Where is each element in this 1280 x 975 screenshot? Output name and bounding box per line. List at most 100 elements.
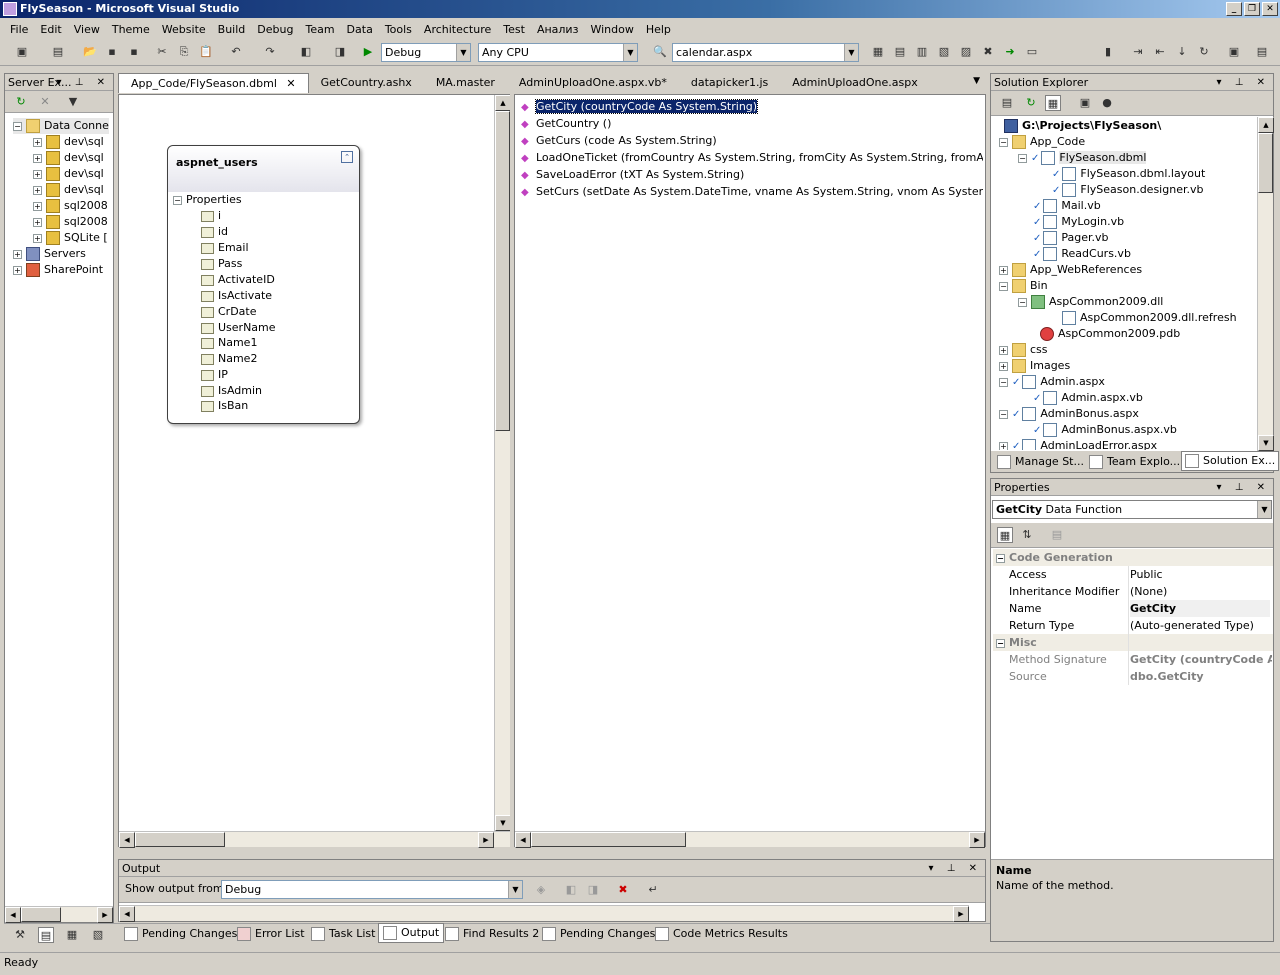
entity-property[interactable]: Email [201, 240, 249, 256]
start-debugging-icon[interactable]: ▶ [360, 44, 376, 60]
copy-icon[interactable]: ⎘ [176, 44, 192, 60]
scroll-down-button[interactable]: ▼ [1258, 435, 1274, 451]
tab-pending-changes-2[interactable]: Pending Changes [542, 923, 655, 945]
entity-property[interactable]: IsBan [201, 398, 248, 414]
window-split-icon[interactable]: ▤ [1254, 44, 1270, 60]
undo-icon[interactable]: ↶ [228, 44, 244, 60]
solution-explorer-icon[interactable]: ▦ [870, 44, 886, 60]
cut-icon[interactable]: ✂ [154, 44, 170, 60]
menu-tools[interactable]: Tools [379, 23, 418, 36]
menu-debug[interactable]: Debug [251, 23, 299, 36]
solution-node-dll[interactable]: − AspCommon2009.dll [1018, 294, 1163, 310]
horizontal-scrollbar[interactable]: ◀ ▶ [5, 906, 113, 923]
collapse-icon[interactable]: − [996, 638, 1005, 648]
solution-node-adminbonus-aspx[interactable]: − ✓ AdminBonus.aspx [999, 406, 1139, 422]
categorized-icon[interactable]: ▦ [997, 527, 1013, 543]
scroll-left-button[interactable]: ◀ [119, 906, 135, 922]
solution-node-bin[interactable]: − Bin [999, 278, 1048, 294]
scroll-down-button[interactable]: ▼ [495, 815, 511, 831]
tab-find-results-2[interactable]: Find Results 2 [445, 923, 539, 945]
start-page-icon[interactable]: ➜ [1002, 44, 1018, 60]
properties-object-select[interactable]: GetCity Data Function ▼ [992, 500, 1272, 519]
menu-team[interactable]: Team [299, 23, 340, 36]
solution-vertical-scrollbar[interactable]: ▲ ▼ [1257, 117, 1274, 451]
tab-ma-master[interactable]: MA.master [424, 73, 507, 93]
tab-task-list[interactable]: Task List [311, 923, 375, 945]
property-row-method-signature[interactable]: Method Signature GetCity (countryCode As [993, 651, 1273, 668]
entity-property[interactable]: CrDate [201, 304, 257, 320]
save-icon[interactable]: ▪ [104, 44, 120, 60]
show-all-files-icon[interactable]: ▦ [1045, 95, 1061, 111]
open-file-icon[interactable]: 📂 [82, 44, 98, 60]
solution-node-admin-aspx[interactable]: − ✓ Admin.aspx [999, 374, 1105, 390]
method-setcurs[interactable]: ◆ SetCurs (setDate As System.DateTime, vn… [521, 183, 983, 200]
method-getcurs[interactable]: ◆ GetCurs (code As System.String) [521, 132, 717, 149]
solution-node-flyseason-dbml[interactable]: − ✓ FlySeason.dbml [1018, 150, 1147, 166]
property-category-code-generation[interactable]: − Code Generation [993, 549, 1273, 566]
expand-icon[interactable]: + [33, 153, 42, 163]
entity-property[interactable]: Name2 [201, 351, 257, 367]
expand-icon[interactable]: + [999, 345, 1008, 355]
panel-controls[interactable]: ▾ ⊥ ✕ [1217, 74, 1270, 91]
menu-architecture[interactable]: Architecture [418, 23, 497, 36]
refresh-icon[interactable]: ↻ [1196, 44, 1212, 60]
class-view-icon[interactable]: ▦ [64, 927, 80, 943]
method-saveloaderror[interactable]: ◆ SaveLoadError (tXT As System.String) [521, 166, 744, 183]
scroll-right-button[interactable]: ▶ [969, 832, 985, 848]
extension-manager-icon[interactable]: ▨ [958, 44, 974, 60]
tab-pending-changes[interactable]: Pending Changes [124, 923, 237, 945]
tab-manage-styles[interactable]: Manage St... [997, 451, 1084, 473]
tree-node-servers[interactable]: + Servers [13, 246, 86, 262]
toolbox-icon[interactable]: ⚒ [12, 927, 28, 943]
solution-node-project[interactable]: G:\Projects\FlySeason\ [1004, 118, 1161, 134]
menu-help[interactable]: Help [640, 23, 677, 36]
find-in-files-icon[interactable]: 🔍 [652, 44, 668, 60]
solution-config-select[interactable]: Debug ▼ [381, 43, 471, 62]
expand-icon[interactable]: + [33, 137, 42, 147]
close-icon[interactable]: ✕ [286, 77, 295, 90]
tab-list-icon[interactable]: ▼ [973, 76, 980, 86]
methods-pane[interactable] [514, 94, 986, 847]
output-window-icon[interactable]: ▭ [1024, 44, 1040, 60]
collapse-chevron-icon[interactable]: ⌃ [341, 151, 353, 163]
expand-icon[interactable]: + [33, 233, 42, 243]
solution-node-file[interactable]: AspCommon2009.dll.refresh [1062, 310, 1237, 326]
panel-controls[interactable]: ▾ ⊥ ✕ [929, 860, 982, 877]
next-message-icon[interactable]: ◨ [585, 882, 601, 898]
solution-node-file[interactable]: ✓ Mail.vb [1033, 198, 1101, 214]
collapse-icon[interactable]: − [13, 121, 22, 131]
property-category-misc[interactable]: − Misc [993, 634, 1273, 651]
tree-node-connection[interactable]: + SQLite [ [33, 230, 108, 246]
entity-property[interactable]: Pass [201, 256, 242, 272]
object-browser-icon[interactable]: ▥ [914, 44, 930, 60]
output-source-select[interactable]: Debug ▼ [221, 880, 523, 899]
scroll-right-button[interactable]: ▶ [97, 907, 113, 923]
scroll-thumb[interactable] [135, 832, 225, 847]
solution-node-app-code[interactable]: − App_Code [999, 134, 1085, 150]
tree-node-connection[interactable]: + sql2008 [33, 214, 108, 230]
menu-view[interactable]: View [68, 23, 106, 36]
scroll-up-button[interactable]: ▲ [1258, 117, 1274, 133]
expand-icon[interactable]: + [33, 201, 42, 211]
properties-icon[interactable]: ▤ [892, 44, 908, 60]
cancel-icon[interactable]: ✕ [37, 94, 53, 110]
previous-message-icon[interactable]: ◧ [563, 882, 579, 898]
menu-edit[interactable]: Edit [34, 23, 67, 36]
menu-window[interactable]: Window [584, 23, 639, 36]
word-wrap-icon[interactable]: ↵ [645, 882, 661, 898]
expand-icon[interactable]: + [999, 265, 1008, 275]
solution-node-file[interactable]: ✓ ReadCurs.vb [1033, 246, 1131, 262]
panel-controls[interactable]: ▾ ⊥ ✕ [57, 74, 110, 91]
redo-icon[interactable]: ↷ [262, 44, 278, 60]
tab-output[interactable]: Output [378, 923, 445, 943]
tab-code-metrics-results[interactable]: Code Metrics Results [655, 923, 788, 945]
entity-property[interactable]: ActivateID [201, 272, 275, 288]
paste-icon[interactable]: 📋 [198, 44, 214, 60]
server-explorer-tab-icon[interactable]: ▤ [38, 927, 54, 943]
property-row-source[interactable]: Source dbo.GetCity [993, 668, 1273, 685]
window-layout-icon[interactable]: ▣ [1226, 44, 1242, 60]
menu-website[interactable]: Website [156, 23, 212, 36]
scroll-left-button[interactable]: ◀ [5, 907, 21, 923]
menu-file[interactable]: File [4, 23, 34, 36]
scroll-thumb[interactable] [531, 832, 686, 847]
